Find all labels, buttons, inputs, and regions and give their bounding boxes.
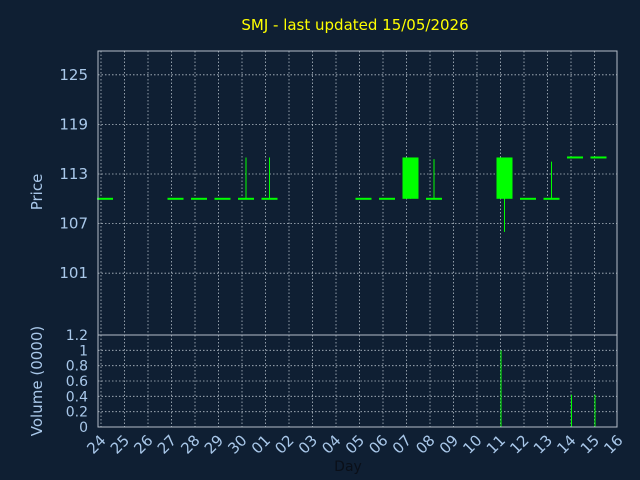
volume-tick-label: 0.6 (66, 374, 88, 390)
price-tick-label: 119 (59, 115, 88, 133)
chart-background (0, 0, 640, 480)
x-axis-label: Day (334, 459, 362, 475)
chart-title: SMJ - last updated 15/05/2026 (241, 16, 468, 34)
volume-tick-label: 1 (79, 343, 88, 359)
volume-tick-label: 0.8 (66, 359, 88, 375)
price-tick-label: 107 (59, 215, 88, 233)
volume-tick-label: 0.4 (66, 389, 88, 405)
stock-chart: SMJ - last updated 15/05/2026 Price Volu… (0, 0, 640, 480)
volume-tick-label: 0.2 (66, 405, 88, 421)
price-tick-label: 113 (59, 165, 88, 183)
candle (402, 157, 419, 199)
price-axis-label: Price (28, 174, 46, 211)
candle-body (496, 157, 513, 199)
volume-tick-label: 1.2 (66, 328, 88, 344)
day-tick-labels: 2425262728293001020304050607080910111213… (83, 431, 626, 457)
volume-tick-label: 0 (79, 420, 88, 436)
volume-axis-label: Volume (0000) (28, 326, 46, 436)
price-tick-label: 125 (59, 66, 88, 84)
price-tick-label: 101 (59, 264, 88, 282)
candle-body (402, 157, 419, 199)
